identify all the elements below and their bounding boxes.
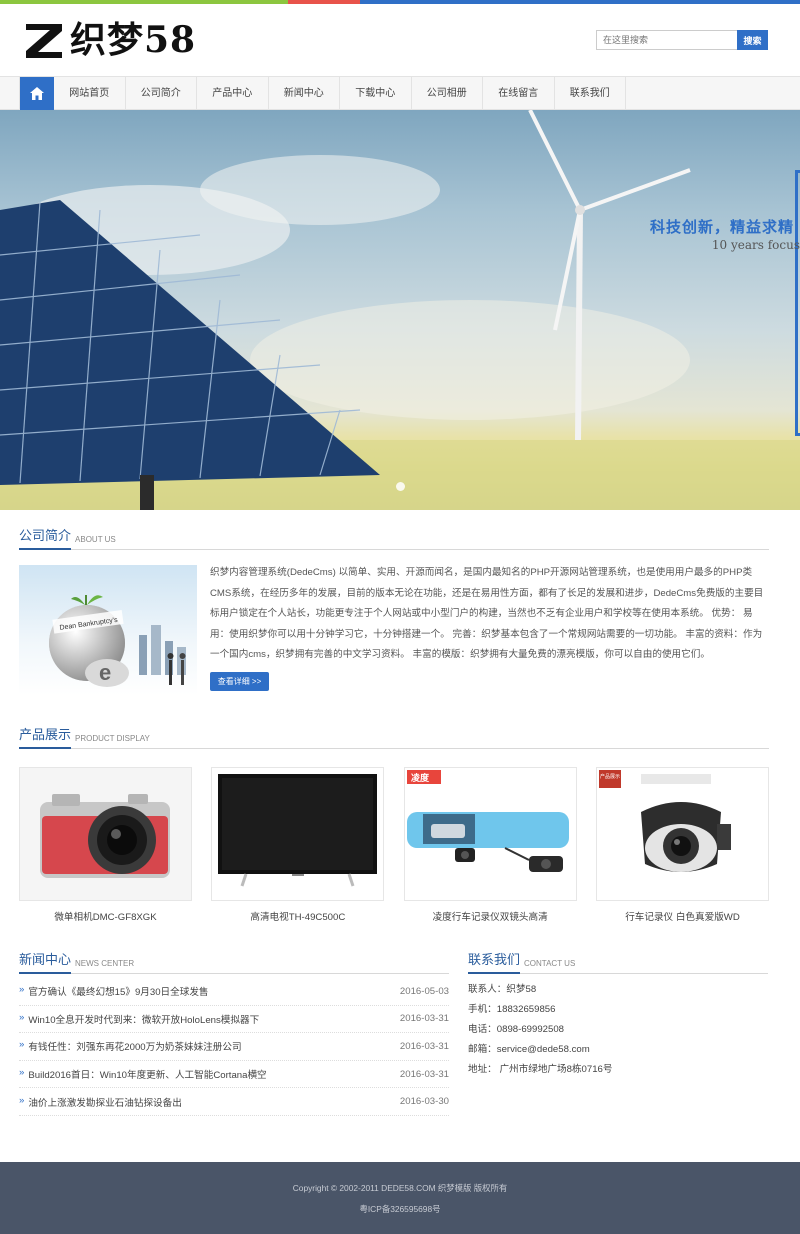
news-date: 2016-03-30 — [399, 1096, 449, 1108]
site-header: 织梦58 搜索 — [0, 4, 800, 76]
bullet-arrow-icon: » — [19, 984, 25, 996]
about-body: 织梦内容管理系统(DedeCms) 以简单、实用、开源而闻名，是国内最知名的PH… — [210, 567, 764, 660]
mirror-dashcam-icon: 凌度 — [404, 768, 576, 900]
nav-item-products[interactable]: 产品中心 — [197, 77, 269, 110]
banner-illustration — [0, 110, 800, 510]
product-name[interactable]: 微单相机DMC-GF8XGK — [19, 909, 192, 923]
product-name[interactable]: 凌度行车记录仪双镜头高清 — [404, 909, 577, 923]
product-card[interactable]: 微单相机DMC-GF8XGK — [19, 767, 192, 923]
product-image-camera[interactable] — [19, 767, 192, 901]
banner-subline: 10 years focus — [711, 238, 800, 252]
about-section-title: 公司简介 ABOUT US — [19, 528, 769, 550]
banner-bracket — [795, 170, 800, 436]
about-illustration: Dean Bankruptcy's e — [49, 595, 186, 687]
news-date: 2016-05-03 — [399, 985, 449, 997]
about-title-cn: 公司简介 — [19, 528, 72, 550]
cctv-badge: 产品展示 — [600, 773, 620, 780]
carousel-dot[interactable] — [396, 482, 405, 491]
hero-banner[interactable]: 科技创新，精益求精 10 years focus — [0, 110, 800, 510]
bullet-arrow-icon: » — [19, 1067, 25, 1079]
home-icon — [30, 87, 44, 100]
site-footer: Copyright © 2002-2011 DEDE58.COM 织梦模版 版权… — [0, 1162, 800, 1234]
product-image-dashcam[interactable]: 凌度 — [403, 767, 577, 901]
news-item[interactable]: » Build2016首日：Win10年度更新、人工智能Cortana横空 201… — [19, 1061, 449, 1089]
nav-item-gallery[interactable]: 公司相册 — [412, 77, 483, 110]
news-title[interactable]: 有钱任性：刘强东再花2000万为奶茶妹妹注册公司 — [28, 1039, 241, 1053]
nav-item-home[interactable]: 网站首页 — [54, 77, 126, 110]
product-image-cctv[interactable]: 产品展示 — [595, 767, 769, 901]
contact-section-title: 联系我们 CONTACT US — [468, 952, 768, 974]
news-item[interactable]: » 有钱任性：刘强东再花2000万为奶茶妹妹注册公司 2016-03-31 — [19, 1033, 449, 1061]
news-item[interactable]: » 油价上涨激发勘探业石油钻探设备出 2016-03-30 — [19, 1088, 449, 1116]
contact-email[interactable]: 邮箱：service@dede58.com — [468, 1040, 612, 1060]
news-title[interactable]: 官方确认《最终幻想15》9月30日全球发售 — [28, 984, 208, 998]
nav-item-news[interactable]: 新闻中心 — [269, 77, 340, 110]
tv-icon — [212, 768, 384, 900]
news-date: 2016-03-31 — [399, 1013, 449, 1025]
about-image: Dean Bankruptcy's e — [19, 565, 197, 695]
camera-icon — [40, 794, 170, 878]
contact-phone: 电话：0898-69992508 — [468, 1024, 565, 1035]
nav-home[interactable] — [20, 77, 54, 110]
news-item[interactable]: » 官方确认《最终幻想15》9月30日全球发售 2016-05-03 — [19, 978, 449, 1006]
svg-text:e: e — [99, 660, 111, 685]
products-title-en: PRODUCT DISPLAY — [75, 734, 150, 743]
news-title[interactable]: Build2016首日：Win10年度更新、人工智能Cortana横空 — [28, 1067, 266, 1081]
footer-copyright: Copyright © 2002-2011 DEDE58.COM 织梦模版 版权… — [292, 1183, 508, 1193]
products-title-cn: 产品展示 — [19, 727, 72, 749]
news-list: » 官方确认《最终幻想15》9月30日全球发售 2016-05-03 » Win10… — [19, 978, 449, 1116]
product-name[interactable]: 行车记录仪 白色真爱版WD — [596, 909, 769, 923]
contact-mobile: 手机：18832659856 — [468, 1004, 556, 1015]
search-button[interactable]: 搜索 — [737, 30, 768, 50]
bullet-arrow-icon: » — [19, 1094, 25, 1106]
product-name[interactable]: 高清电视TH-49C500C — [211, 909, 384, 923]
contact-address: 地址： 广州市绿地广场8栋0716号 — [468, 1064, 613, 1075]
news-date: 2016-03-31 — [399, 1068, 449, 1080]
product-image-tv[interactable] — [211, 767, 385, 901]
about-more-button[interactable]: 查看详细 >> — [210, 672, 269, 691]
logo-text: 织梦58 — [70, 19, 197, 61]
news-title[interactable]: 油价上涨激发勘探业石油钻探设备出 — [28, 1095, 182, 1109]
site-logo[interactable]: 织梦58 — [24, 18, 196, 62]
banner-headline: 科技创新，精益求精 — [649, 219, 794, 236]
dashcam-badge: 凌度 — [411, 772, 430, 783]
products-section-title: 产品展示 PRODUCT DISPLAY — [19, 727, 769, 749]
search-bar: 搜索 — [596, 30, 768, 50]
product-card[interactable]: 凌度 凌度行车记录仪双镜头高清 — [403, 767, 577, 923]
footer-icp[interactable]: 粤ICP备326595698号 — [0, 1203, 800, 1215]
contact-title-en: CONTACT US — [524, 959, 576, 968]
nav-item-contact[interactable]: 联系我们 — [555, 77, 626, 110]
news-item[interactable]: » Win10全息开发时代到来：微软开放HoloLens模拟器下 2016-03-… — [19, 1006, 449, 1034]
contact-info: 联系人：织梦58 手机：18832659856 电话：0898-69992508… — [468, 980, 612, 1080]
nav-item-about[interactable]: 公司简介 — [126, 77, 197, 110]
news-section-title: 新闻中心 NEWS CENTER — [19, 952, 449, 974]
security-camera-icon: 产品展示 — [596, 768, 768, 900]
about-title-en: ABOUT US — [75, 535, 116, 544]
logo-z-icon — [26, 24, 62, 58]
bullet-arrow-icon: » — [19, 1039, 25, 1051]
nav-item-downloads[interactable]: 下载中心 — [340, 77, 412, 110]
contact-title-cn: 联系我们 — [468, 952, 521, 974]
main-nav: 网站首页 公司简介 产品中心 新闻中心 下载中心 公司相册 在线留言 联系我们 — [0, 76, 800, 110]
news-title-cn: 新闻中心 — [19, 952, 72, 974]
news-date: 2016-03-31 — [399, 1040, 449, 1052]
contact-person: 联系人：织梦58 — [468, 984, 537, 995]
bullet-arrow-icon: » — [19, 1011, 25, 1023]
nav-item-guestbook[interactable]: 在线留言 — [483, 77, 555, 110]
search-input[interactable] — [596, 30, 737, 50]
product-card[interactable]: 产品展示 行车记录仪 白色真爱版WD — [595, 767, 769, 923]
logo-z-mark — [24, 20, 64, 60]
product-card[interactable]: 高清电视TH-49C500C — [211, 767, 385, 923]
news-title-en: NEWS CENTER — [75, 959, 135, 968]
product-grid: 微单相机DMC-GF8XGK 高清电视TH-49C500C 凌度 凌度行车记录仪… — [19, 767, 769, 923]
news-title[interactable]: Win10全息开发时代到来：微软开放HoloLens模拟器下 — [28, 1012, 259, 1026]
